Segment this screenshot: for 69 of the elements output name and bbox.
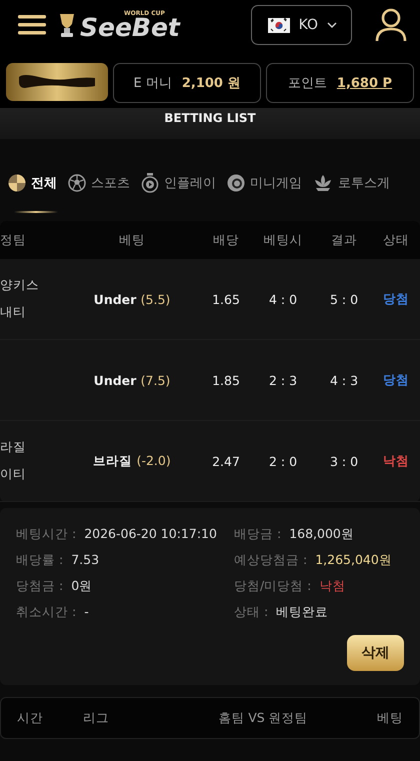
bet-pick: Under (7.5) bbox=[92, 372, 172, 388]
column-header: 베팅시 bbox=[262, 232, 304, 248]
odds-cell-text: 1.65 bbox=[211, 292, 241, 306]
delete-button[interactable]: 삭제 bbox=[347, 635, 404, 671]
username-button[interactable] bbox=[6, 63, 108, 101]
detail-label: 당첨금 : bbox=[16, 578, 64, 595]
tab[interactable]: 스포츠 bbox=[68, 173, 130, 193]
bet-pick: 브라질 (-2.0) bbox=[92, 452, 172, 470]
detail-value: 베팅완료 bbox=[276, 604, 328, 621]
chevron-down-icon bbox=[327, 22, 337, 28]
soccer-ball-icon bbox=[68, 174, 86, 192]
column-header: 상태 bbox=[382, 232, 410, 248]
detail-value: 1,265,040원 bbox=[315, 552, 392, 569]
status-cell-text: 당첨 bbox=[382, 290, 410, 308]
team-name: 라질 bbox=[0, 439, 27, 456]
status-cell-text: 낙첨 bbox=[382, 452, 410, 470]
detail-value: 168,000원 bbox=[289, 526, 354, 543]
result-cell-text: 4 : 3 bbox=[328, 372, 360, 388]
billiard-ball-icon bbox=[227, 174, 245, 192]
result-cell-text: 5 : 0 bbox=[328, 292, 360, 306]
detail-label: 베팅시간 : bbox=[16, 526, 76, 543]
menu-icon[interactable] bbox=[18, 14, 46, 36]
balance-label: E 머니 bbox=[133, 75, 172, 92]
detail-label: 예상당첨금 : bbox=[234, 552, 308, 569]
stopwatch-icon bbox=[141, 173, 159, 193]
status-cell-text: 당첨 bbox=[382, 372, 410, 388]
tab[interactable]: 전체 bbox=[8, 173, 57, 193]
language-selector[interactable]: KO bbox=[250, 5, 352, 45]
team-name: 양키스 bbox=[0, 277, 40, 294]
bet-score-cell-text: 4 : 0 bbox=[268, 292, 298, 306]
pinwheel-icon bbox=[8, 174, 26, 192]
detail-value: 2026-06-20 10:17:10 bbox=[84, 526, 217, 543]
lotus-icon bbox=[313, 174, 333, 192]
bet-pick: Under (5.5) bbox=[92, 292, 172, 306]
detail-label: 상태 : bbox=[234, 604, 268, 621]
detail-label: 배당금 : bbox=[234, 526, 282, 543]
detail-label: 배당률 : bbox=[16, 552, 64, 569]
column-header: 베팅 bbox=[118, 232, 146, 248]
detail-value: - bbox=[84, 604, 89, 621]
detail-label: 당첨/미당첨 : bbox=[234, 578, 312, 595]
balance-value[interactable]: 1,680 P bbox=[336, 76, 392, 90]
balance-label: 포인트 bbox=[288, 75, 327, 92]
detail-label: 취소시간 : bbox=[16, 604, 76, 621]
detail-value: 0원 bbox=[71, 578, 92, 595]
team-name: 이티 bbox=[0, 466, 27, 483]
tab[interactable]: 미니게임 bbox=[227, 173, 302, 193]
column-header: 홈팀 VS 원정팀 bbox=[217, 710, 309, 726]
user-icon[interactable] bbox=[374, 8, 408, 42]
result-cell-text: 3 : 0 bbox=[328, 454, 360, 468]
balance-value: 2,100 원 bbox=[182, 75, 240, 92]
section-title: BETTING LIST bbox=[164, 111, 256, 125]
column-header: 결과 bbox=[330, 232, 358, 248]
column-header: 배당 bbox=[212, 232, 240, 248]
flag-icon bbox=[268, 18, 290, 32]
bet-score-cell-text: 2 : 0 bbox=[268, 454, 298, 468]
tab[interactable]: 인플레이 bbox=[141, 173, 216, 193]
column-header: 정팀 bbox=[0, 232, 27, 248]
logo: SeeBet bbox=[80, 14, 180, 40]
redaction-scribble-icon bbox=[17, 73, 97, 91]
column-header: 베팅 bbox=[376, 710, 403, 726]
team-name: 내티 bbox=[0, 304, 27, 321]
column-header: 시간 bbox=[17, 710, 44, 726]
bet-score-cell-text: 2 : 3 bbox=[268, 372, 298, 388]
detail-value: 낙첨 bbox=[319, 578, 346, 595]
odds-cell-text: 2.47 bbox=[211, 454, 241, 468]
tab[interactable]: 로투스게 bbox=[313, 173, 390, 193]
column-header: 리그 bbox=[83, 710, 110, 726]
odds-cell-text: 1.85 bbox=[211, 372, 241, 388]
detail-value: 7.53 bbox=[71, 552, 100, 569]
